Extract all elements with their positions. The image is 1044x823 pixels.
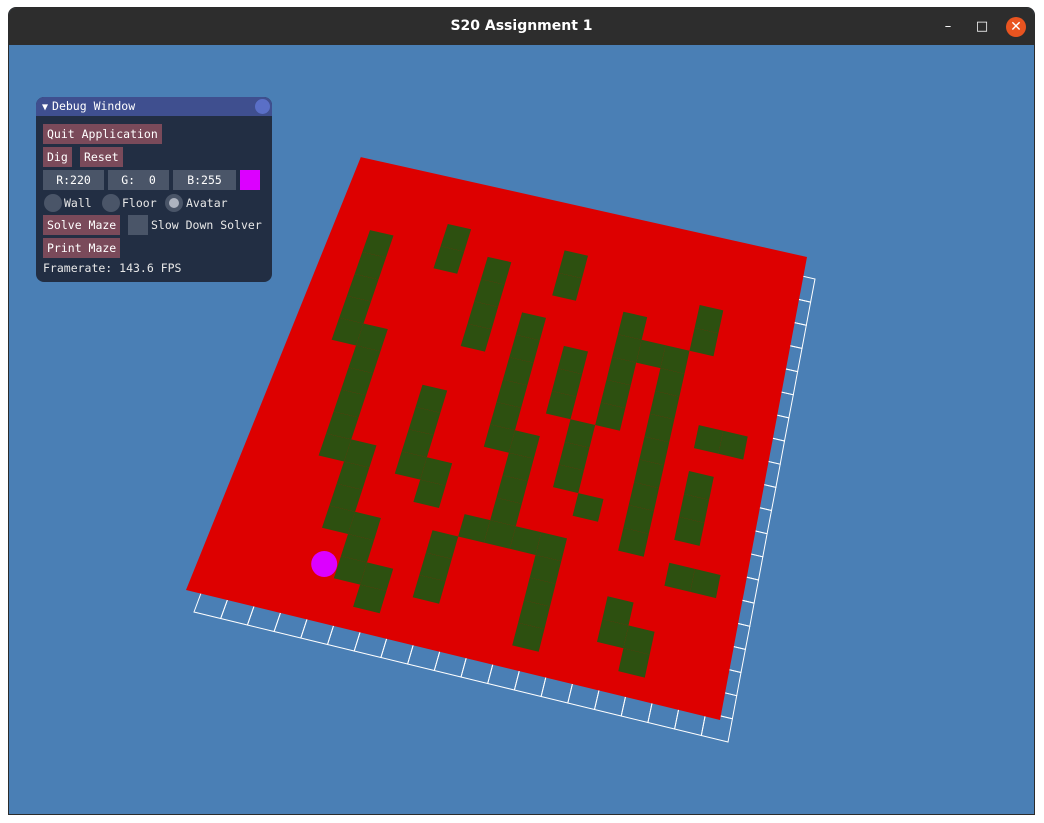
- avatar-marker: [311, 551, 338, 577]
- color-swatch[interactable]: [240, 170, 260, 190]
- solve-maze-button[interactable]: Solve Maze: [43, 215, 121, 235]
- close-icon[interactable]: ✕: [1006, 17, 1026, 37]
- quit-application-button[interactable]: Quit Application: [43, 124, 162, 144]
- debug-window[interactable]: ▼ Debug Window Quit Application Dig Reset…: [36, 97, 272, 282]
- framerate-readout: Framerate: 143.6 FPS: [43, 261, 182, 275]
- avatar-radio[interactable]: [165, 194, 183, 212]
- debug-window-title: Debug Window: [52, 99, 136, 113]
- avatar-radio-label: Avatar: [186, 196, 228, 210]
- floor-radio-label: Floor: [122, 196, 157, 210]
- green-channel-input[interactable]: G: 0: [108, 170, 169, 190]
- maximize-icon[interactable]: □: [972, 17, 992, 37]
- render-viewport[interactable]: ▼ Debug Window Quit Application Dig Reset…: [9, 45, 1034, 814]
- debug-window-header[interactable]: ▼ Debug Window: [36, 97, 272, 116]
- close-debug-icon[interactable]: [255, 99, 270, 114]
- dig-button[interactable]: Dig: [43, 147, 72, 167]
- wall-radio-label: Wall: [64, 196, 92, 210]
- minimize-icon[interactable]: –: [938, 17, 958, 37]
- print-maze-button[interactable]: Print Maze: [43, 238, 121, 258]
- floor-radio[interactable]: [102, 194, 120, 212]
- wall-radio[interactable]: [44, 194, 62, 212]
- app-window: S20 Assignment 1 – □ ✕ ▼ Debug Window Qui…: [8, 7, 1035, 815]
- blue-channel-input[interactable]: B:255: [173, 170, 236, 190]
- reset-button[interactable]: Reset: [80, 147, 123, 167]
- red-channel-input[interactable]: R:220: [43, 170, 104, 190]
- slow-down-solver-label: Slow Down Solver: [151, 218, 262, 232]
- title-bar[interactable]: S20 Assignment 1 – □ ✕: [9, 8, 1034, 45]
- slow-down-solver-checkbox[interactable]: [128, 215, 148, 235]
- collapse-triangle-icon[interactable]: ▼: [42, 102, 48, 113]
- maze-layer: [186, 157, 807, 721]
- window-title: S20 Assignment 1: [450, 18, 593, 34]
